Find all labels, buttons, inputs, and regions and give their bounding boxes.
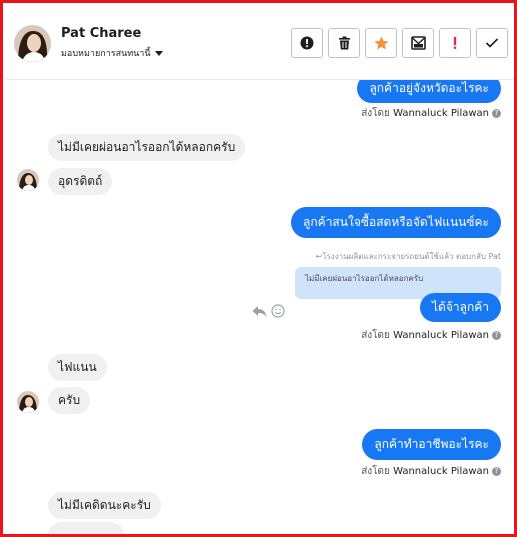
outgoing-message[interactable]: ลูกค้าทำอาชีพอะไรคะ (362, 429, 501, 460)
important-button[interactable] (439, 28, 471, 58)
help-icon[interactable]: ? (492, 330, 501, 340)
sender-avatar[interactable] (17, 169, 39, 191)
alert-circle-icon (300, 36, 314, 50)
mail-icon (410, 36, 426, 50)
incoming-message[interactable]: ไฟแนน (48, 354, 107, 381)
window-frame: Pat Charee มอบหมายการสนทนานี้ ลูกค้าอยู่… (0, 0, 517, 537)
sent-by-label: ส่งโดย Wannaluck Pilawan? (361, 328, 501, 343)
message-list[interactable]: ลูกค้าอยู่จังหวัดอะไรคะ ส่งโดย Wannaluck… (6, 80, 514, 534)
outgoing-message[interactable]: ลูกค้าสนใจซื้อสดหรือจัดไฟแนนซ์คะ (291, 207, 501, 238)
contact-name: Pat Charee (61, 26, 142, 41)
delete-button[interactable] (328, 28, 360, 58)
trash-icon (338, 36, 350, 50)
assign-conversation-dropdown[interactable]: มอบหมายการสนทนานี้ (61, 46, 163, 60)
check-icon (485, 38, 499, 48)
outgoing-message[interactable]: ได้จ้าลูกค้า (420, 293, 501, 322)
help-icon[interactable]: ? (492, 108, 501, 118)
sender-avatar[interactable] (17, 391, 39, 413)
reply-note: ↩โรงงานผลิตและกระจายรถยนต์ใช้แล้ว ตอบกลั… (315, 252, 501, 261)
incoming-message[interactable]: ครับ (48, 387, 91, 414)
emoji-icon[interactable] (271, 303, 285, 322)
reply-icon[interactable] (252, 303, 267, 322)
action-toolbar (291, 28, 508, 58)
incoming-message[interactable]: ไม่มีเคยผ่อนอาไรออกได้หลอกครับ (48, 134, 246, 161)
mark-unread-button[interactable] (402, 28, 434, 58)
help-icon[interactable]: ? (492, 466, 501, 476)
incoming-message[interactable]: อุดรดิตถ์ (48, 168, 113, 195)
exclamation-icon (453, 37, 457, 49)
star-icon (374, 36, 388, 50)
incoming-message-partial[interactable] (48, 522, 124, 534)
sent-by-label: ส่งโดย Wannaluck Pilawan? (361, 464, 501, 479)
assign-label: มอบหมายการสนทนานี้ (61, 49, 151, 59)
outgoing-message[interactable]: ลูกค้าอยู่จังหวัดอะไรคะ (357, 80, 501, 103)
star-button[interactable] (365, 28, 397, 58)
incoming-message[interactable]: ไม่มีเคดิดนะคะรับ (48, 492, 161, 519)
report-button[interactable] (291, 28, 323, 58)
done-button[interactable] (476, 28, 508, 58)
avatar[interactable] (14, 25, 51, 62)
conversation-header: Pat Charee มอบหมายการสนทนานี้ (6, 6, 514, 80)
sent-by-label: ส่งโดย Wannaluck Pilawan? (361, 106, 501, 121)
caret-down-icon (154, 51, 163, 56)
